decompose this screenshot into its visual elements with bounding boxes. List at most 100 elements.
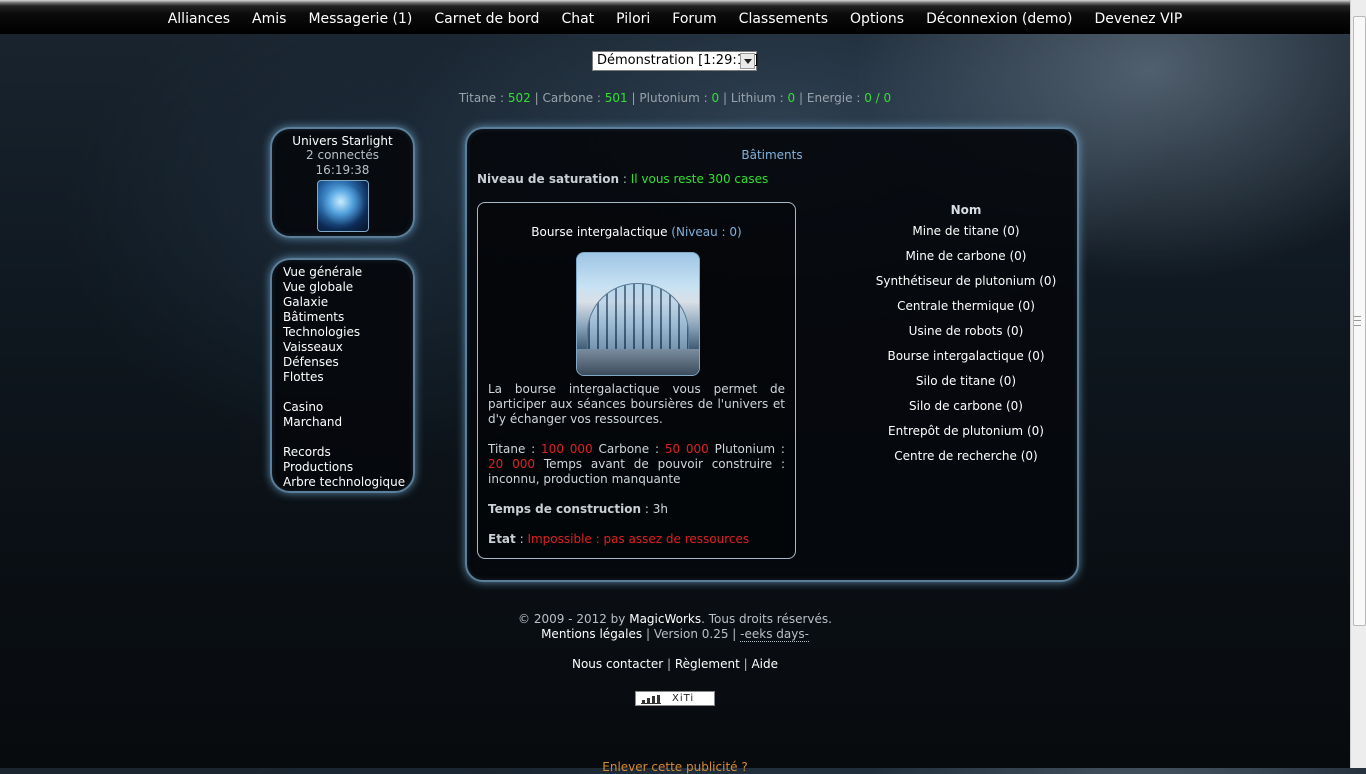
res-sep: | — [534, 91, 539, 105]
xiti-badge[interactable]: XiTi — [635, 691, 715, 706]
menu-flottes[interactable]: Flottes — [283, 370, 413, 385]
building-list-header: Nom — [950, 203, 982, 217]
menu-productions[interactable]: Productions — [283, 460, 413, 475]
cost-plutonium-value: 20 000 — [488, 457, 535, 471]
nav-pilori[interactable]: Pilori — [616, 11, 650, 27]
menu-marchand[interactable]: Marchand — [283, 415, 413, 430]
nav-options[interactable]: Options — [850, 11, 904, 27]
planet-icon[interactable] — [316, 180, 369, 232]
cost-plutonium-label: Plutonium : — [714, 442, 785, 456]
res-carbone-value: 501 — [604, 91, 628, 105]
universe-time: 16:19:38 — [315, 163, 370, 177]
menu-arbre-technologique[interactable]: Arbre technologique — [283, 475, 413, 490]
menu-galaxie[interactable]: Galaxie — [283, 295, 413, 310]
building-list-item[interactable]: Silo de carbone (0) — [851, 399, 1081, 414]
building-name: Bourse intergalactique — [531, 225, 668, 239]
cost-carbone-label: Carbone : — [598, 442, 659, 456]
res-sep: | — [799, 91, 804, 105]
menu-vue-generale[interactable]: Vue générale — [283, 265, 413, 280]
contact-link[interactable]: Nous contacter — [572, 657, 663, 671]
res-energie-label: Energie : — [806, 91, 861, 105]
res-carbone-label: Carbone : — [542, 91, 601, 105]
nav-alliances[interactable]: Alliances — [168, 11, 230, 27]
building-list-item[interactable]: Entrepôt de plutonium (0) — [851, 424, 1081, 439]
resources-bar: Titane : 502 | Carbone : 501 | Plutonium… — [0, 91, 1350, 105]
build-time-label: Temps de construction — [488, 502, 642, 516]
res-plutonium-value: 0 — [711, 91, 720, 105]
nav-devenez-vip[interactable]: Devenez VIP — [1095, 11, 1183, 27]
menu-vaisseaux[interactable]: Vaisseaux — [283, 340, 413, 355]
building-list-item[interactable]: Bourse intergalactique (0) — [851, 349, 1081, 364]
saturation-sep: : — [619, 172, 631, 186]
help-link[interactable]: Aide — [751, 657, 778, 671]
building-description: La bourse intergalactique vous permet de… — [488, 382, 785, 426]
build-state-sep: : — [515, 532, 528, 546]
building-dome — [587, 283, 689, 355]
menu-defenses[interactable]: Défenses — [283, 355, 413, 370]
building-list-item[interactable]: Synthétiseur de plutonium (0) — [851, 274, 1081, 289]
building-list-item[interactable]: Centrale thermique (0) — [851, 299, 1081, 314]
build-time: Temps de construction : 3h — [488, 502, 668, 516]
saturation-line: Niveau de saturation : Il vous reste 300… — [477, 172, 768, 186]
res-lithium-value: 0 — [787, 91, 796, 105]
cost-titane-label: Titane : — [488, 442, 536, 456]
res-lithium-label: Lithium : — [730, 91, 784, 105]
footer-links: Nous contacter | Règlement | Aide — [0, 657, 1350, 671]
left-menu: Vue générale Vue globale Galaxie Bâtimen… — [270, 258, 415, 493]
build-state-label: Etat — [488, 532, 516, 546]
copyright-suffix: . Tous droits réservés. — [701, 612, 832, 626]
res-energie-value: 0 / 0 — [864, 91, 892, 105]
building-list-item[interactable]: Mine de carbone (0) — [851, 249, 1081, 264]
universe-name: Univers Starlight — [292, 134, 393, 148]
rules-link[interactable]: Règlement — [675, 657, 740, 671]
cost-titane-value: 100 000 — [541, 442, 593, 456]
page-scrollbar[interactable] — [1350, 0, 1366, 768]
menu-casino[interactable]: Casino — [283, 400, 413, 415]
build-state: Etat : Impossible : pas assez de ressour… — [488, 532, 749, 546]
build-state-value: Impossible : pas assez de ressources — [527, 532, 750, 546]
scrollbar-grip-icon — [1354, 316, 1361, 326]
top-nav: Alliances Amis Messagerie (1) Carnet de … — [0, 0, 1350, 34]
building-list: Nom Mine de titane (0) Mine de carbone (… — [851, 203, 1081, 474]
nav-amis[interactable]: Amis — [252, 11, 286, 27]
nav-deconnexion[interactable]: Déconnexion (demo) — [926, 11, 1072, 27]
res-titane-label: Titane : — [458, 91, 505, 105]
building-list-item[interactable]: Centre de recherche (0) — [851, 449, 1081, 464]
nav-forum[interactable]: Forum — [672, 11, 716, 27]
building-base — [577, 349, 699, 375]
building-level: (Niveau : 0) — [671, 225, 742, 239]
building-image — [576, 252, 700, 376]
remove-ad-link[interactable]: Enlever cette publicité ? — [0, 760, 1350, 774]
building-list-item[interactable]: Mine de titane (0) — [851, 224, 1081, 239]
res-sep: | — [631, 91, 636, 105]
chevron-down-icon[interactable] — [740, 53, 755, 69]
build-time-value: : 3h — [641, 502, 668, 516]
building-detail-card: Bourse intergalactique (Niveau : 0) La b… — [477, 202, 796, 559]
universe-select[interactable]: Démonstration [1:29:10] — [592, 51, 758, 71]
universe-connected: 2 connectés — [306, 148, 379, 162]
menu-technologies[interactable]: Technologies — [283, 325, 413, 340]
nav-carnet-de-bord[interactable]: Carnet de bord — [434, 11, 539, 27]
page-title: Bâtiments — [741, 148, 803, 162]
menu-spacer — [283, 430, 413, 445]
menu-batiments[interactable]: Bâtiments — [283, 310, 413, 325]
saturation-label: Niveau de saturation — [477, 172, 620, 186]
building-list-item[interactable]: Silo de titane (0) — [851, 374, 1081, 389]
company-link[interactable]: MagicWorks — [629, 612, 701, 626]
geeks-days-text[interactable]: -eeks days- — [740, 627, 809, 642]
footer-copyright: © 2009 - 2012 by MagicWorks. Tous droits… — [0, 612, 1350, 626]
footer-legal: Mentions légales | Version 0.25 | -eeks … — [0, 627, 1350, 642]
menu-spacer — [283, 385, 413, 400]
nav-classements[interactable]: Classements — [739, 11, 828, 27]
res-sep: | — [723, 91, 728, 105]
nav-chat[interactable]: Chat — [561, 11, 594, 27]
res-plutonium-label: Plutonium : — [639, 91, 708, 105]
footer-sep: | — [663, 657, 675, 671]
res-titane-value: 502 — [507, 91, 531, 105]
menu-vue-globale[interactable]: Vue globale — [283, 280, 413, 295]
building-list-item[interactable]: Usine de robots (0) — [851, 324, 1081, 339]
nav-messagerie[interactable]: Messagerie (1) — [308, 11, 412, 27]
legal-link[interactable]: Mentions légales — [541, 627, 642, 641]
universe-panel: Univers Starlight 2 connectés 16:19:38 — [270, 127, 415, 238]
menu-records[interactable]: Records — [283, 445, 413, 460]
